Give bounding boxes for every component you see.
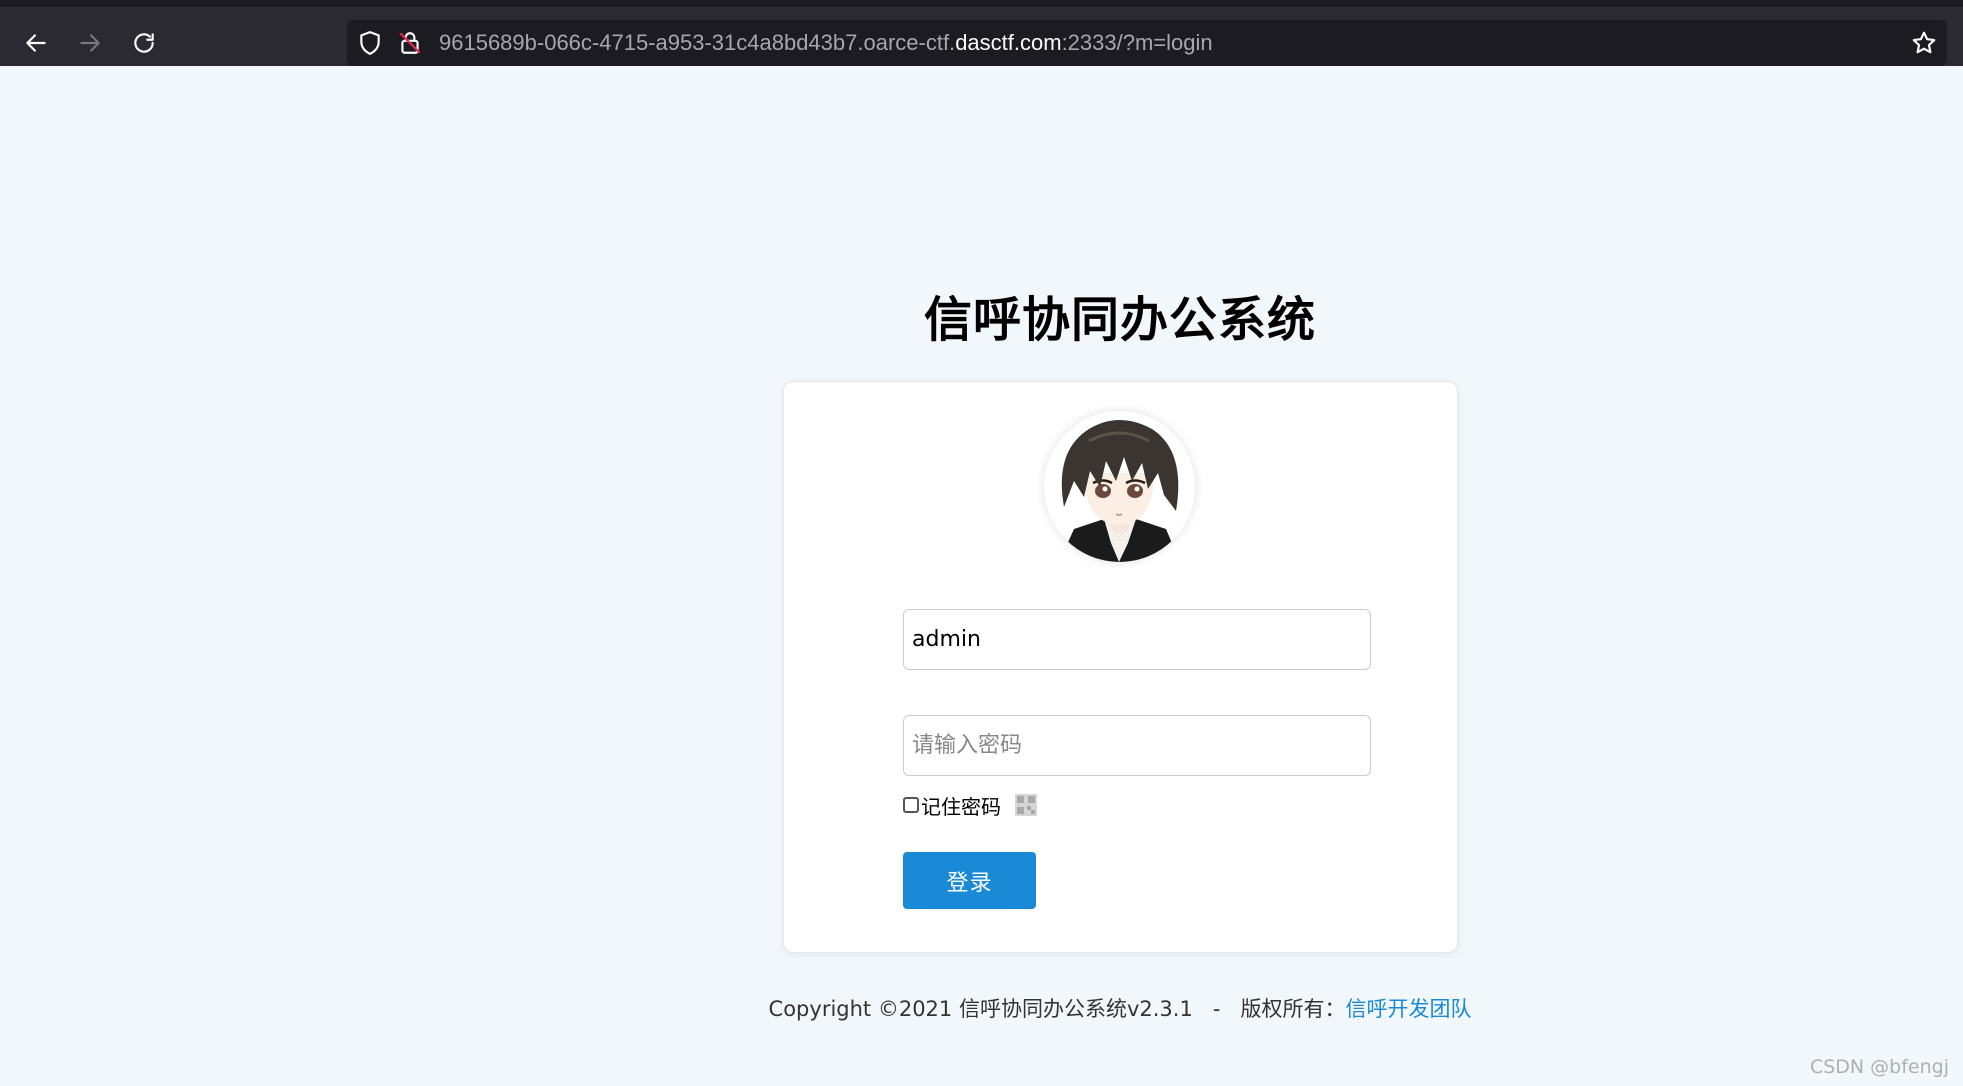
remember-password[interactable]: 记住密码 bbox=[903, 792, 1037, 819]
forward-button[interactable] bbox=[68, 21, 112, 65]
page-title: 信呼协同办公系统 bbox=[923, 292, 1316, 348]
reload-button[interactable] bbox=[122, 21, 166, 65]
remember-label: 记住密码 bbox=[921, 794, 1001, 819]
url-suffix: :2333/?m=login bbox=[1061, 30, 1213, 55]
address-bar[interactable]: 9615689b-066c-4715-a953-31c4a8bd43b7.oar… bbox=[347, 20, 1947, 66]
browser-toolbar: 9615689b-066c-4715-a953-31c4a8bd43b7.oar… bbox=[0, 0, 1963, 66]
avatar-image bbox=[1044, 411, 1195, 562]
insecure-lock-icon[interactable] bbox=[397, 30, 423, 56]
watermark: CSDN @bfengj bbox=[1809, 1056, 1949, 1078]
footer-team-link[interactable]: 信呼开发团队 bbox=[1345, 997, 1471, 1021]
url-prefix: 9615689b-066c-4715-a953-31c4a8bd43b7.oar… bbox=[439, 30, 956, 55]
url-text[interactable]: 9615689b-066c-4715-a953-31c4a8bd43b7.oar… bbox=[439, 20, 1213, 66]
footer: Copyright ©2021 信呼协同办公系统v2.3.1 - 版权所有：信呼… bbox=[0, 993, 1963, 1023]
avatar bbox=[1044, 411, 1195, 562]
footer-copyright: Copyright ©2021 信呼协同办公系统v2.3.1 - 版权所有： bbox=[768, 997, 1346, 1021]
bookmark-star-icon[interactable] bbox=[1911, 30, 1937, 56]
password-input[interactable] bbox=[903, 715, 1371, 776]
qrcode-icon[interactable] bbox=[1015, 794, 1037, 816]
remember-checkbox[interactable] bbox=[903, 797, 919, 813]
reload-icon bbox=[134, 33, 154, 53]
shield-icon[interactable] bbox=[357, 30, 383, 56]
back-button[interactable] bbox=[14, 21, 58, 65]
arrow-right-icon bbox=[80, 34, 100, 52]
arrow-left-icon bbox=[26, 34, 46, 52]
username-input[interactable] bbox=[903, 609, 1371, 670]
login-card: 记住密码 登录 bbox=[783, 381, 1458, 953]
login-button[interactable]: 登录 bbox=[903, 852, 1036, 909]
url-domain: dasctf.com bbox=[955, 30, 1062, 55]
